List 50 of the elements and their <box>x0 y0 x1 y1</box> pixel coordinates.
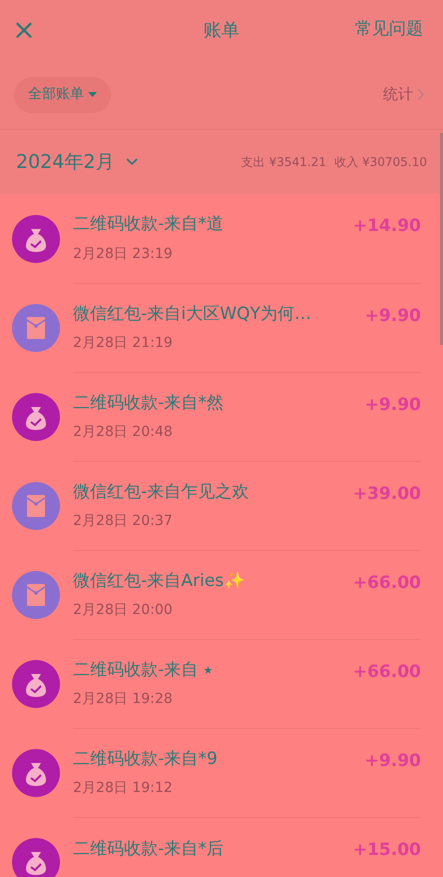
transaction-row[interactable]: 二维码收款-来自*道 2月28日 23:19 +14.90 <box>0 194 443 283</box>
transaction-title: 微信红包-来自i大区WQY为何… <box>73 302 312 326</box>
money-bag-icon <box>12 214 60 262</box>
transaction-time: 2月28日 21:19 <box>73 334 174 354</box>
transaction-row[interactable]: 微信红包-来自i大区WQY为何… 2月28日 21:19 +9.90 <box>0 283 443 372</box>
transaction-row[interactable]: 二维码收款-来自*然 2月28日 20:48 +9.90 <box>0 372 443 461</box>
envelope-icon <box>12 304 60 352</box>
transaction-title: 二维码收款-来自 ⭑ <box>73 658 214 682</box>
money-bag-icon <box>12 748 60 796</box>
transaction-row[interactable]: 微信红包-来自乍见之欢 2月28日 20:37 +39.00 <box>0 461 443 550</box>
transaction-time: 2月28日 20:48 <box>73 423 174 442</box>
transaction-row[interactable]: 二维码收款-来自*后 +15.00 <box>0 817 443 877</box>
money-bag-icon <box>12 838 60 877</box>
statistics-link[interactable]: 统计 <box>383 83 425 106</box>
transaction-title: 二维码收款-来自*道 <box>73 213 225 236</box>
transaction-amount: +66.00 <box>352 661 421 684</box>
transaction-time: 2月28日 23:19 <box>73 244 174 264</box>
page-title: 账单 <box>204 18 240 42</box>
transaction-title: 二维码收款-来自*9 <box>73 748 218 771</box>
transaction-time: 2月28日 20:37 <box>73 512 174 532</box>
transaction-time: 2月28日 19:28 <box>73 690 174 710</box>
transaction-amount: +15.00 <box>352 839 421 862</box>
transaction-amount: +9.90 <box>364 394 421 417</box>
transaction-title: 微信红包-来自Aries✨ <box>73 570 246 593</box>
transaction-row[interactable]: 二维码收款-来自*9 2月28日 19:12 +9.90 <box>0 728 443 817</box>
month-selector[interactable]: 2024年2月 <box>16 148 138 176</box>
faq-link[interactable]: 常见问题 <box>355 17 423 43</box>
money-bag-icon <box>12 660 60 708</box>
transaction-title: 二维码收款-来自*然 <box>73 392 225 415</box>
income-total: 收入 ¥30705.10 <box>334 154 427 171</box>
caret-icon <box>88 92 97 98</box>
transaction-amount: +9.90 <box>364 750 421 773</box>
filter-dropdown[interactable]: 全部账单 <box>14 76 111 112</box>
close-button[interactable]: × <box>8 16 40 44</box>
transaction-row[interactable]: 二维码收款-来自 ⭑ 2月28日 19:28 +66.00 <box>0 639 443 728</box>
expense-total: 支出 ¥3541.21 <box>241 154 326 171</box>
transaction-amount: +14.90 <box>352 215 421 238</box>
transaction-time: 2月28日 19:12 <box>73 779 174 798</box>
transaction-row[interactable]: 微信红包-来自Aries✨ 2月28日 20:00 +66.00 <box>0 550 443 639</box>
envelope-icon <box>12 482 60 530</box>
money-bag-icon <box>12 392 60 440</box>
chevron-right-icon <box>417 88 425 101</box>
transaction-amount: +9.90 <box>364 305 421 328</box>
chevron-down-icon <box>126 158 138 166</box>
transaction-amount: +66.00 <box>352 572 421 595</box>
transaction-title: 二维码收款-来自*后 <box>73 838 225 861</box>
transaction-time: 2月28日 20:00 <box>73 601 174 620</box>
transaction-title: 微信红包-来自乍见之欢 <box>73 480 250 504</box>
envelope-icon <box>12 570 60 618</box>
transaction-amount: +39.00 <box>352 483 421 506</box>
